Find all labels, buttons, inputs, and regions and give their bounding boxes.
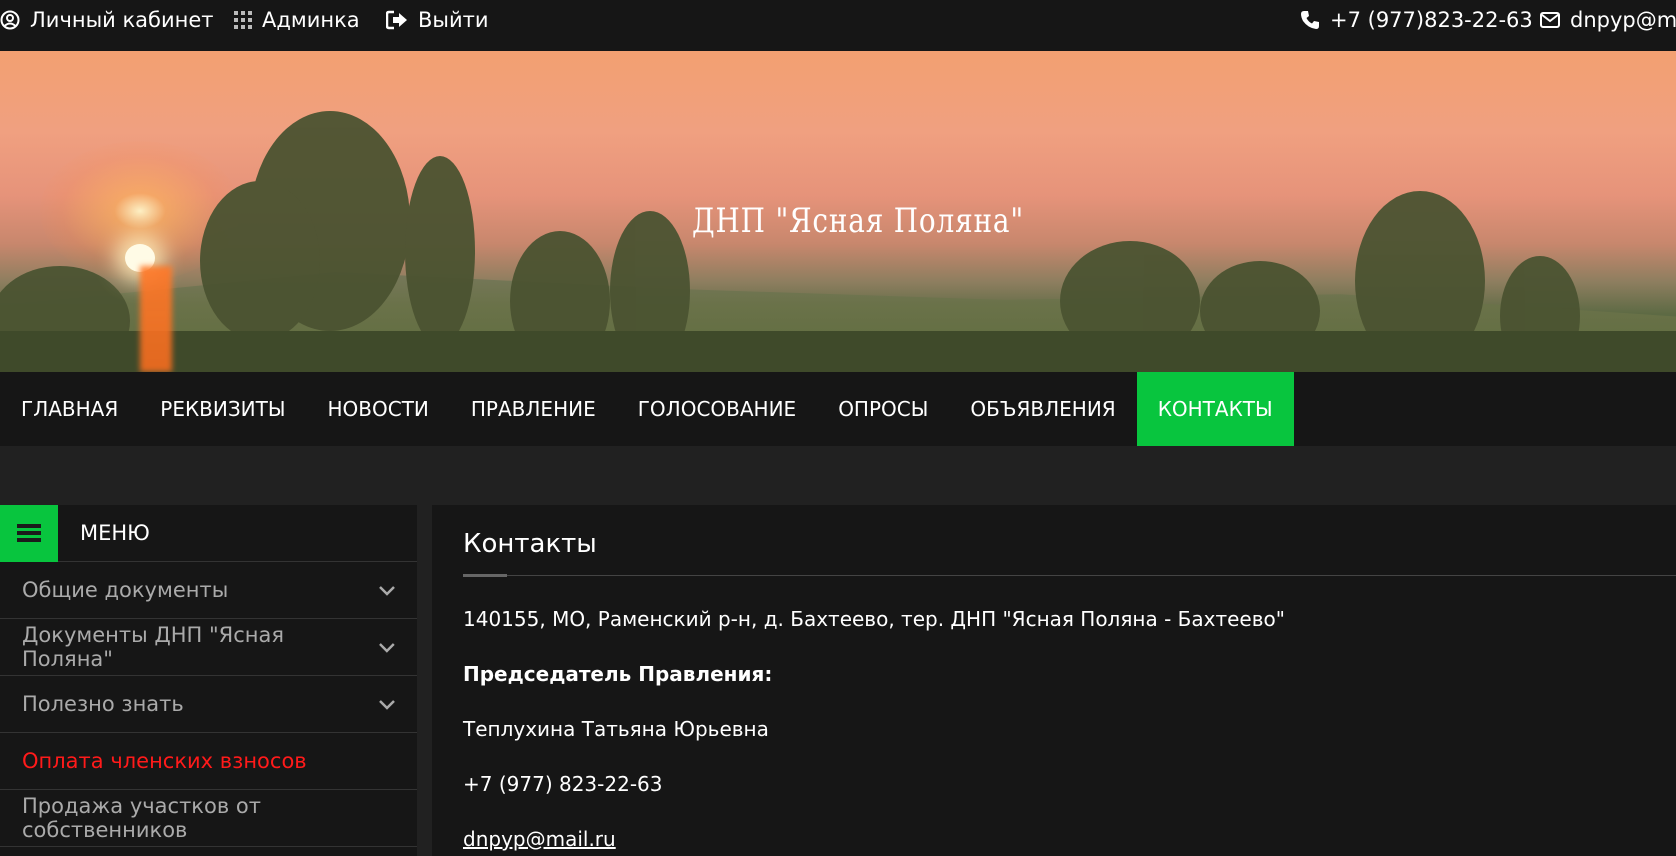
- envelope-icon: [1540, 12, 1560, 28]
- sidebar-item-label: Документы ДНП "Ясная Поляна": [22, 623, 285, 671]
- sidebar-item-label: Полезно знать: [22, 692, 184, 716]
- chevron-down-icon: [379, 700, 395, 710]
- nav-item-announcements[interactable]: ОБЪЯВЛЕНИЯ: [949, 372, 1136, 446]
- top-bar: Личный кабинет Админка Выйти +7 (977)823…: [0, 0, 1676, 51]
- email-link[interactable]: dnpyp@ma: [1540, 0, 1676, 40]
- chevron-down-icon: [379, 586, 395, 596]
- sidebar-item-general-docs[interactable]: Общие документы: [0, 562, 417, 619]
- contact-phone: +7 (977) 823-22-63: [463, 772, 663, 796]
- chevron-down-icon: [379, 643, 395, 653]
- page-title: Контакты: [463, 529, 597, 559]
- personal-cabinet-link[interactable]: Личный кабинет: [0, 0, 214, 40]
- grid-icon: [234, 11, 252, 29]
- content-panel: Контакты 140155, МО, Раменский р-н, д. Б…: [432, 505, 1676, 856]
- sidebar-item-dnp-docs[interactable]: Документы ДНП "Ясная Поляна": [0, 619, 417, 676]
- sidebar-item-label: Оплата членских взносов: [22, 749, 307, 773]
- sidebar-item-plots-sale[interactable]: Продажа участков от собственников: [0, 790, 417, 847]
- sidebar-menu: МЕНЮ Общие документы Документы ДНП "Ясна…: [0, 504, 417, 856]
- logout-label: Выйти: [418, 8, 489, 32]
- menu-title: МЕНЮ: [80, 521, 150, 545]
- phone-icon: [1301, 11, 1319, 29]
- nav-item-news[interactable]: НОВОСТИ: [307, 372, 450, 446]
- email-address: dnpyp@ma: [1570, 8, 1676, 32]
- menu-header: МЕНЮ: [0, 504, 417, 562]
- admin-label: Админка: [262, 8, 360, 32]
- logout-link[interactable]: Выйти: [386, 0, 489, 40]
- title-accent-bar: [463, 574, 507, 577]
- sun-reflection: [140, 266, 172, 372]
- hamburger-icon: [17, 524, 41, 542]
- main-nav: ГЛАВНАЯ РЕКВИЗИТЫ НОВОСТИ ПРАВЛЕНИЕ ГОЛО…: [0, 372, 1676, 446]
- sidebar-item-label: Продажа участков от собственников: [22, 794, 261, 842]
- phone-link[interactable]: +7 (977)823-22-63: [1300, 0, 1533, 40]
- header-banner: ДНП "Ясная Поляна": [0, 51, 1676, 372]
- nav-item-home[interactable]: ГЛАВНАЯ: [0, 372, 139, 446]
- personal-cabinet-label: Личный кабинет: [30, 8, 214, 32]
- sidebar-item-label: Общие документы: [22, 578, 229, 602]
- nav-item-voting[interactable]: ГОЛОСОВАНИЕ: [617, 372, 817, 446]
- nav-item-polls[interactable]: ОПРОСЫ: [817, 372, 949, 446]
- contact-email-link[interactable]: dnpyp@mail.ru: [463, 827, 616, 851]
- sidebar-item-membership-fees[interactable]: Оплата членских взносов: [0, 733, 417, 790]
- phone-number: +7 (977)823-22-63: [1330, 8, 1533, 32]
- sidebar-item-useful-info[interactable]: Полезно знать: [0, 676, 417, 733]
- chair-name: Теплухина Татьяна Юрьевна: [463, 717, 769, 741]
- menu-toggle-button[interactable]: [0, 504, 58, 562]
- site-title: ДНП "Ясная Поляна": [692, 201, 1024, 241]
- address-text: 140155, МО, Раменский р-н, д. Бахтеево, …: [463, 607, 1285, 631]
- nav-item-requisites[interactable]: РЕКВИЗИТЫ: [139, 372, 306, 446]
- nav-item-contacts[interactable]: КОНТАКТЫ: [1136, 372, 1294, 446]
- admin-link[interactable]: Админка: [234, 0, 360, 40]
- chair-heading: Председатель Правления:: [463, 662, 773, 686]
- nav-item-board[interactable]: ПРАВЛЕНИЕ: [450, 372, 617, 446]
- logout-icon: [386, 10, 407, 30]
- user-circle-icon: [0, 10, 20, 30]
- title-divider: [463, 575, 1676, 576]
